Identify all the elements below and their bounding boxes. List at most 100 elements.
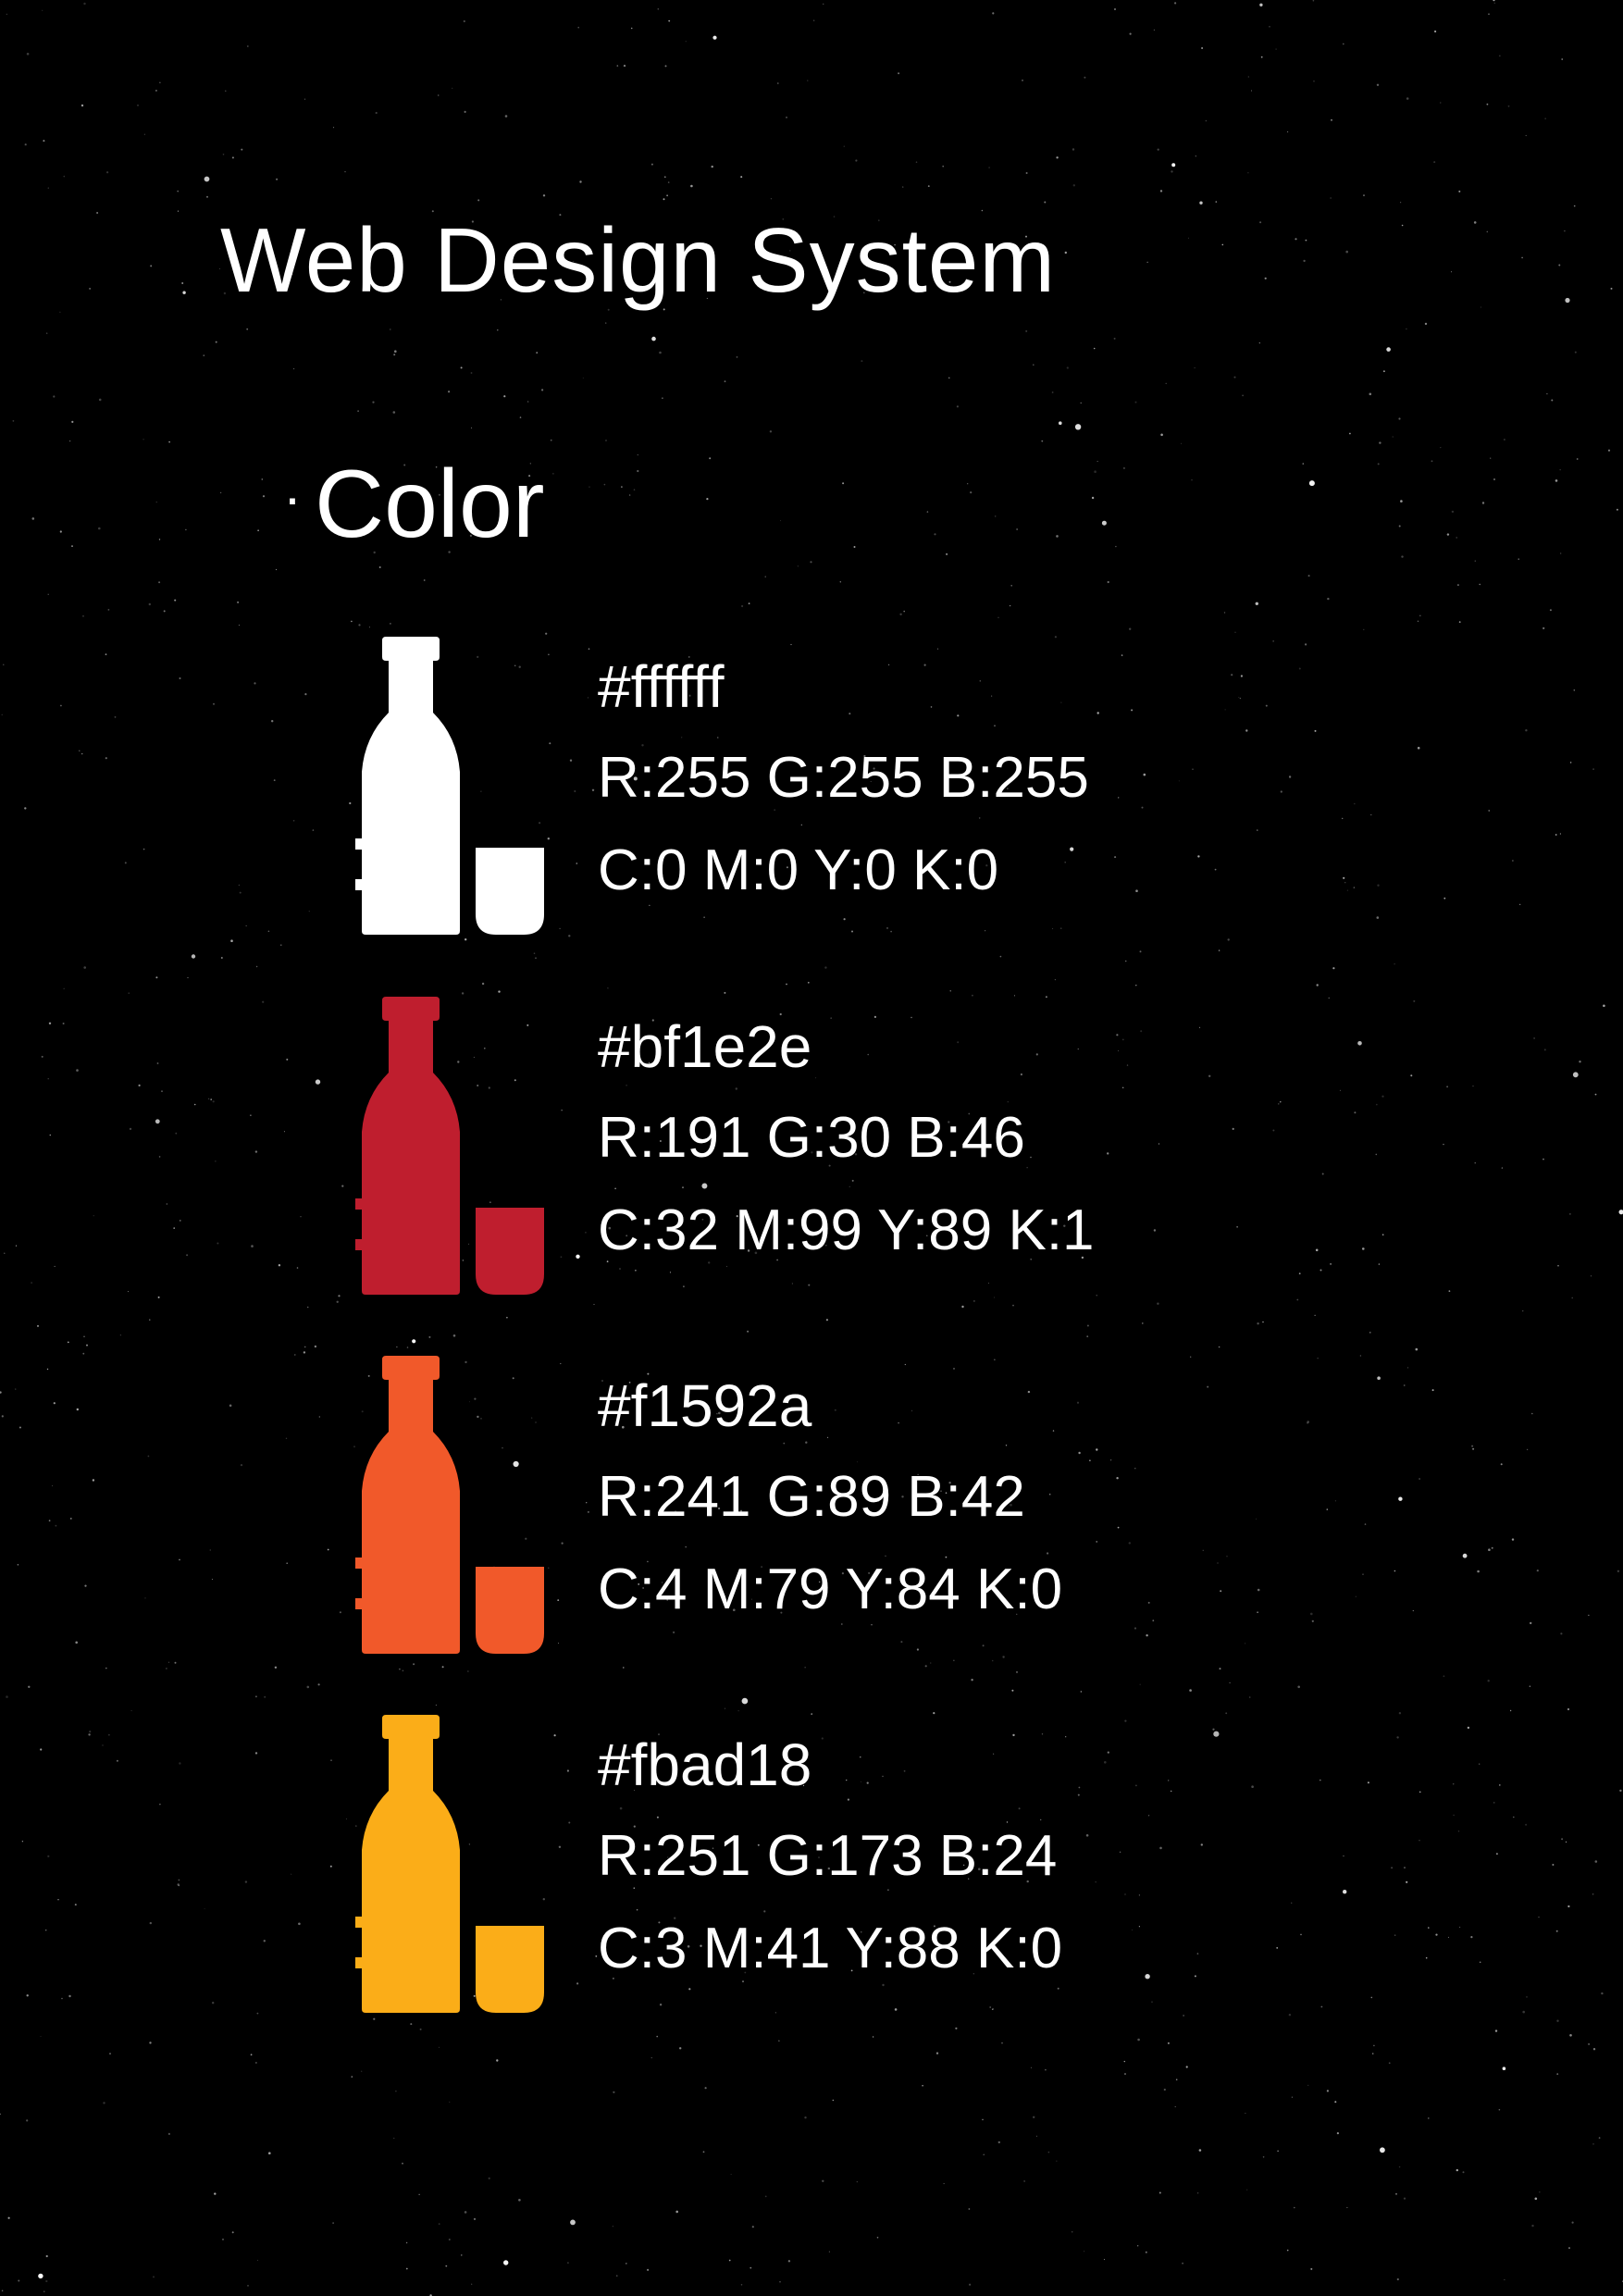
star xyxy=(1196,2192,1199,2194)
star xyxy=(1056,535,1059,538)
star xyxy=(144,1597,146,1599)
star xyxy=(1212,1728,1215,1731)
star xyxy=(471,2283,473,2285)
star xyxy=(787,2260,791,2263)
star xyxy=(317,1683,320,1686)
star xyxy=(278,1264,281,1267)
star xyxy=(43,140,45,143)
star xyxy=(304,98,306,100)
star xyxy=(1142,1322,1144,1324)
star xyxy=(246,328,249,330)
star xyxy=(461,2254,463,2256)
star xyxy=(212,2002,215,2004)
star xyxy=(438,2223,440,2226)
star xyxy=(42,9,43,11)
star xyxy=(770,198,773,200)
star xyxy=(186,1254,189,1257)
star xyxy=(1355,1595,1357,1597)
star xyxy=(1556,2073,1559,2076)
star xyxy=(71,420,74,423)
star xyxy=(922,2084,923,2087)
star xyxy=(1406,1367,1409,1369)
star xyxy=(470,372,473,374)
star xyxy=(662,397,663,399)
star xyxy=(52,1485,53,1487)
star xyxy=(943,2183,945,2185)
section-bullet: · xyxy=(283,466,302,528)
star xyxy=(1174,2105,1176,2108)
star xyxy=(1227,938,1230,941)
star xyxy=(402,1669,404,1672)
star xyxy=(339,1611,341,1614)
star xyxy=(57,1899,59,1901)
star xyxy=(1160,433,1163,437)
star xyxy=(1262,2156,1265,2158)
star xyxy=(1619,1789,1622,1793)
star xyxy=(1342,43,1344,45)
star xyxy=(1280,1101,1282,1103)
star xyxy=(1592,2048,1596,2051)
star xyxy=(1413,999,1416,1002)
star xyxy=(318,1416,320,1418)
star xyxy=(143,133,145,135)
star xyxy=(1363,194,1365,197)
star xyxy=(1362,1573,1364,1575)
star xyxy=(1084,76,1086,79)
star xyxy=(26,1994,29,1997)
star xyxy=(312,829,315,831)
star xyxy=(1300,1933,1302,1936)
star xyxy=(406,1347,409,1348)
star xyxy=(76,1069,79,1072)
star xyxy=(1314,729,1317,732)
star xyxy=(280,944,282,946)
star xyxy=(1317,1358,1319,1359)
star xyxy=(63,987,65,989)
star xyxy=(1433,161,1436,164)
star xyxy=(441,1666,444,1669)
star xyxy=(1486,230,1489,233)
star xyxy=(1536,1570,1539,1572)
star xyxy=(542,194,546,197)
bottle-shape xyxy=(355,637,460,935)
star xyxy=(1396,2277,1399,2281)
star xyxy=(956,405,959,408)
star xyxy=(704,2087,707,2090)
star xyxy=(390,623,391,625)
star xyxy=(437,94,440,96)
star xyxy=(105,1667,107,1669)
star xyxy=(1307,1421,1308,1424)
star xyxy=(1262,1321,1264,1323)
star xyxy=(1601,1992,1604,1995)
star xyxy=(769,430,773,433)
star xyxy=(1257,1322,1259,1325)
star xyxy=(1376,83,1380,87)
star xyxy=(1542,1158,1544,1160)
star xyxy=(740,2284,743,2286)
star xyxy=(1288,2014,1292,2017)
star xyxy=(1551,399,1554,402)
star xyxy=(208,1098,210,1099)
star xyxy=(332,2222,334,2224)
star xyxy=(1558,264,1561,267)
star xyxy=(1319,1269,1322,1272)
star xyxy=(1598,2137,1601,2140)
star xyxy=(1377,463,1380,465)
star xyxy=(1023,2180,1025,2182)
star xyxy=(448,2239,451,2240)
star xyxy=(724,991,726,994)
star xyxy=(220,957,223,959)
star xyxy=(449,2101,451,2103)
star xyxy=(712,35,717,40)
star xyxy=(1569,2034,1572,2037)
star xyxy=(1124,2073,1126,2075)
star xyxy=(84,1584,87,1587)
star xyxy=(1312,0,1315,2)
star xyxy=(650,2056,652,2059)
star xyxy=(1588,1614,1590,1616)
star xyxy=(1342,817,1344,820)
star xyxy=(303,1351,306,1354)
star xyxy=(351,2076,353,2078)
star xyxy=(1394,963,1395,965)
star xyxy=(1369,1332,1371,1334)
star xyxy=(1388,2062,1391,2065)
